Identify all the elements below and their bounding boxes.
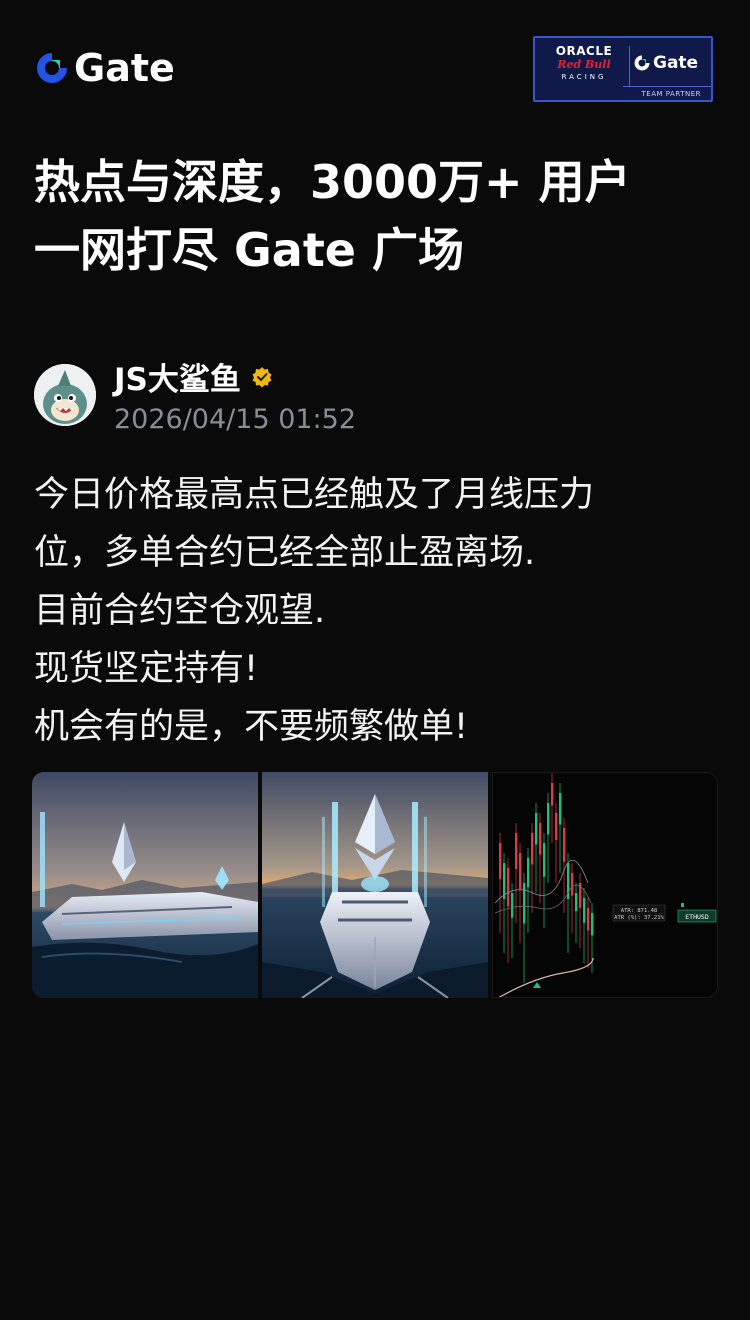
avatar[interactable] [34, 364, 96, 426]
partner-redbull-text: Red Bull [557, 58, 611, 71]
post-line-2: 位，多单合约已经全部止盈离场. [34, 533, 536, 573]
post-author: JS大鲨鱼 2026/04/15 01:52 [34, 350, 714, 440]
candle-body [511, 893, 514, 918]
post-line-3: 目前合约空仓观望. [34, 591, 326, 631]
header: Gate ORACLE Red Bull RACING Gate TEAM PA… [0, 0, 750, 120]
candle-body [543, 843, 546, 877]
partner-badge: ORACLE Red Bull RACING Gate TEAM PARTNER [533, 36, 713, 102]
candle-body [531, 833, 534, 865]
post-timestamp: 2026/04/15 01:52 [114, 404, 357, 435]
candle-body [591, 913, 594, 936]
candle-body [527, 858, 530, 888]
candle-body [499, 843, 502, 879]
eth-candlestick-chart-image[interactable]: ATR: 871.48 ATR (%): 37.21% ETHUSD [492, 772, 718, 998]
candle-body [535, 813, 538, 845]
candle-body [523, 883, 526, 924]
partner-divider [629, 46, 630, 86]
atr-pct-label: ATR (%): 37.21% [614, 915, 664, 921]
candle-body [575, 893, 578, 911]
candle-body [503, 863, 506, 899]
verified-badge-icon [252, 366, 272, 387]
gate-small-logo-icon [634, 55, 650, 71]
page-title-line-2: 一网打尽 Gate 广场 [34, 223, 465, 277]
candle-body [587, 908, 590, 931]
page-title: 热点与深度，3000万+ 用户 一网打尽 Gate 广场 [34, 148, 724, 284]
partner-gate-text: Gate [653, 53, 699, 73]
yacht-ethereum-image-2[interactable] [262, 772, 488, 998]
partner-oracle-text: ORACLE [555, 44, 613, 58]
symbol-label: ETHUSD [685, 913, 709, 921]
partner-gate-logo: Gate [633, 50, 711, 76]
gate-logo[interactable]: Gate [34, 46, 175, 90]
candle-body [559, 793, 562, 825]
post-line-4: 现货坚定持有! [34, 649, 259, 689]
author-name[interactable]: JS大鲨鱼 [114, 354, 241, 399]
yacht-ethereum-image-1[interactable] [32, 772, 258, 998]
author-name-row: JS大鲨鱼 [114, 354, 273, 399]
candle-body [571, 873, 574, 896]
partner-caption-rule [623, 86, 711, 87]
partner-racing-text: RACING [561, 73, 607, 81]
shark-avatar-icon [34, 364, 96, 426]
candle-body [519, 853, 522, 889]
partner-racing-logo: ORACLE Red Bull RACING [541, 42, 627, 88]
candle-body [547, 803, 550, 835]
gate-logo-icon [37, 53, 67, 83]
candle-body [515, 833, 518, 869]
atr-label: ATR: 871.48 [621, 908, 657, 914]
candle-body [551, 783, 554, 806]
post-line-1: 今日价格最高点已经触及了月线压力 [34, 475, 595, 515]
page-title-line-1: 热点与深度，3000万+ 用户 [34, 155, 631, 209]
candle-body [583, 898, 586, 923]
partner-caption: TEAM PARTNER [641, 90, 701, 98]
post-image-gallery: ATR: 871.48 ATR (%): 37.21% ETHUSD [32, 772, 718, 998]
candle-body [539, 823, 542, 855]
candle-body [563, 828, 566, 862]
candle-body [507, 868, 510, 907]
post-content: 今日价格最高点已经触及了月线压力 位，多单合约已经全部止盈离场. 目前合约空仓观… [34, 466, 724, 756]
logo-text: Gate [74, 46, 175, 90]
post-line-5: 机会有的是，不要频繁做单! [34, 707, 469, 747]
candle-body [555, 813, 558, 840]
